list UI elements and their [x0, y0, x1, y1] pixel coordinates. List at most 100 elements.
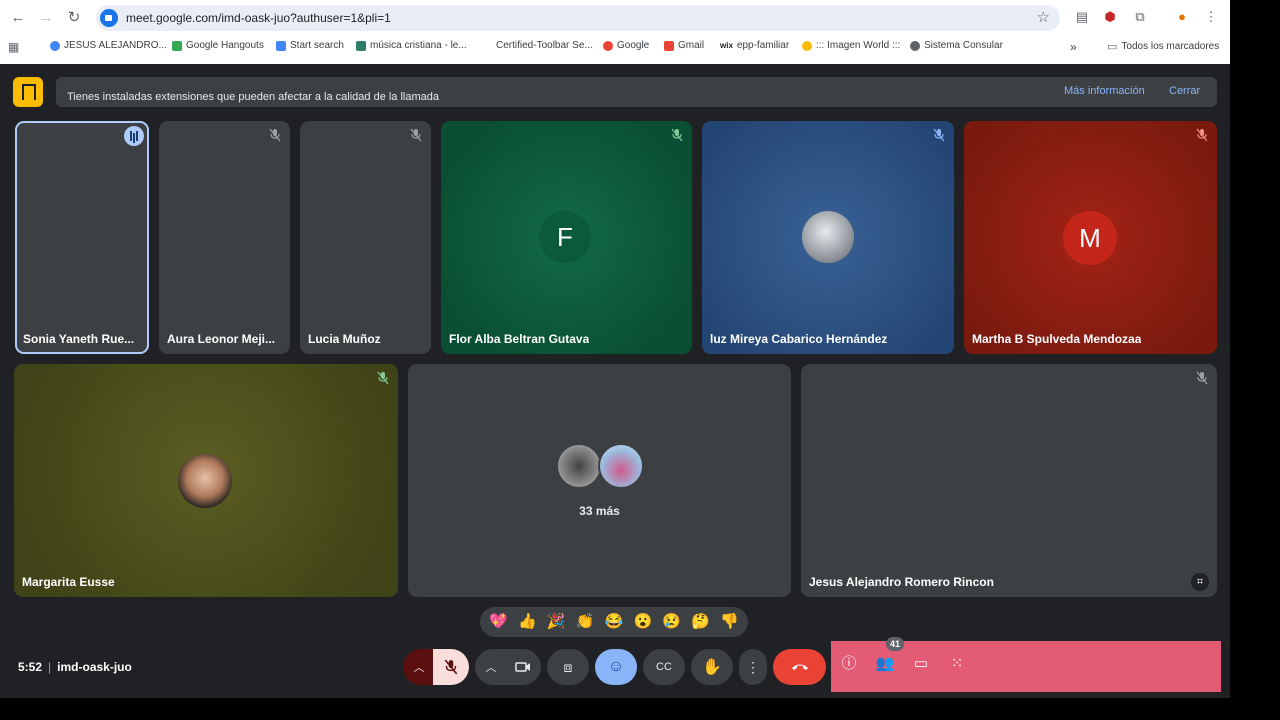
participant-tile[interactable]: M Martha B Spulveda Mendozaa [964, 121, 1217, 354]
participant-avatar: F [539, 211, 591, 263]
forward-arrow-icon[interactable]: → [36, 8, 56, 28]
meeting-info: 5:52 | imd-oask-juo [18, 660, 132, 674]
reaction-surprised-button[interactable]: 😮 [630, 609, 656, 635]
reload-icon[interactable]: ↻ [64, 8, 84, 28]
participant-name: Lucia Muñoz [308, 332, 381, 346]
camera-icon [515, 662, 530, 672]
participant-name: Sonia Yaneth Rue... [23, 332, 135, 346]
reaction-laugh-button[interactable]: 😂 [601, 609, 627, 635]
hangouts-icon [172, 40, 182, 51]
mic-off-icon [1196, 371, 1208, 385]
apps-grid-icon[interactable]: ▦ [8, 40, 19, 54]
participant-name: Jesus Alejandro Romero Rincon [809, 575, 994, 589]
bookmark-favicon-icon [802, 40, 812, 51]
bookmark-item[interactable]: Start search [276, 40, 344, 51]
close-notice-link[interactable]: Cerrar [1169, 85, 1200, 97]
mic-off-icon [671, 128, 683, 142]
bookmark-item[interactable]: Google Hangouts [172, 40, 264, 51]
leave-call-button[interactable] [773, 649, 826, 685]
present-screen-button[interactable]: ⧈ [547, 649, 589, 685]
browser-chrome: ← → ↻ meet.google.com/imd-oask-juo?authu… [0, 0, 1230, 64]
notice-text: Tienes instaladas extensiones que pueden… [67, 91, 440, 103]
participant-photo-avatar [556, 443, 602, 489]
participant-tile[interactable]: Margarita Eusse [14, 364, 398, 597]
participant-tile[interactable]: luz Mireya Cabarico Hernández [702, 121, 954, 354]
back-arrow-icon[interactable]: ← [8, 8, 28, 28]
reaction-thumbs-down-button[interactable]: 👎 [716, 609, 742, 635]
audio-options-chevron[interactable]: ︿ [403, 649, 435, 685]
meeting-details-info-icon[interactable]: ⓘ [838, 653, 860, 675]
seal-favicon-icon [910, 40, 920, 51]
mic-off-icon [269, 128, 281, 142]
extensions-puzzle-icon[interactable]: ⧉ [1132, 9, 1148, 25]
meeting-code: imd-oask-juo [57, 660, 132, 674]
microphone-toggle-button[interactable] [433, 649, 469, 685]
crop-frame-icon[interactable]: ⌗ [1191, 573, 1209, 591]
bookmark-item[interactable]: ::: Imagen World ::: [802, 40, 900, 51]
bookmark-item[interactable]: música cristiana - le... [356, 40, 467, 51]
participant-count-badge: 41 [886, 637, 905, 651]
search-favicon-icon [276, 40, 286, 51]
more-vertical-icon: ⋮ [746, 658, 760, 675]
google-g-icon [603, 40, 613, 51]
omnibox[interactable]: meet.google.com/imd-oask-juo?authuser=1&… [96, 5, 1060, 31]
reaction-party-button[interactable]: 🎉 [543, 609, 569, 635]
people-icon[interactable]: 👥 [874, 653, 896, 675]
url-text[interactable]: meet.google.com/imd-oask-juo?authuser=1&… [126, 11, 391, 25]
participant-photo-avatar [802, 211, 854, 263]
bookmark-item[interactable]: wix epp-familiar [720, 40, 789, 51]
all-bookmarks-folder[interactable]: ▭ Todos los marcadores [1107, 40, 1219, 53]
participant-name: Martha B Spulveda Mendozaa [972, 332, 1142, 346]
reaction-clap-button[interactable]: 👏 [572, 609, 598, 635]
reaction-sad-button[interactable]: 😢 [659, 609, 685, 635]
folder-icon: ▭ [1107, 41, 1118, 53]
extension-notice-banner: Tienes instaladas extensiones que pueden… [56, 77, 1217, 107]
participant-tile[interactable]: Sonia Yaneth Rue... [15, 121, 149, 354]
speaking-indicator-icon [124, 126, 144, 146]
participant-avatar: M [1063, 211, 1117, 265]
participant-tile[interactable]: Jesus Alejandro Romero Rincon ⌗ [801, 364, 1217, 597]
bookmark-item[interactable]: JESUS ALEJANDRO... [50, 40, 167, 51]
video-options-chevron[interactable]: ︿ [475, 649, 507, 685]
bookmark-item[interactable]: Gmail [664, 40, 704, 51]
participant-name: Aura Leonor Meji... [167, 332, 276, 346]
more-info-link[interactable]: Más información [1064, 85, 1145, 97]
address-bar-row: ← → ↻ meet.google.com/imd-oask-juo?authu… [0, 0, 1230, 36]
more-participants-tile[interactable]: 33 más [408, 364, 791, 597]
reaction-thumbs-up-button[interactable]: 👍 [514, 609, 540, 635]
participant-photo-avatar [178, 454, 232, 508]
reaction-thinking-button[interactable]: 🤔 [688, 609, 714, 635]
participant-tile[interactable]: Aura Leonor Meji... [159, 121, 290, 354]
browser-menu-icon[interactable]: ⋮ [1203, 9, 1219, 25]
present-screen-icon: ⧈ [563, 658, 573, 675]
meeting-time: 5:52 [18, 660, 43, 674]
bookmark-star-icon[interactable]: ☆ [1037, 8, 1050, 26]
more-options-button[interactable]: ⋮ [739, 649, 767, 685]
bottom-letterbox [0, 698, 1230, 720]
participant-photo-avatar [598, 443, 644, 489]
captions-button[interactable]: CC [643, 649, 685, 685]
chat-icon[interactable]: ▭ [910, 653, 932, 675]
gmail-icon [664, 40, 674, 51]
bookmark-item[interactable]: Sistema Consular [910, 40, 1003, 51]
emoji-icon: ☺ [607, 658, 625, 675]
participant-tile[interactable]: Lucia Muñoz [300, 121, 431, 354]
participant-tile[interactable]: F Flor Alba Beltran Gutava [441, 121, 692, 354]
reactions-button[interactable]: ☺ [595, 649, 637, 685]
clipboard-extension-icon[interactable]: ▤ [1074, 9, 1090, 25]
profile-avatar-icon[interactable]: ● [1174, 9, 1190, 25]
bookmark-item[interactable]: Google [603, 40, 649, 51]
bookmark-favicon-icon [356, 40, 366, 51]
shield-extension-icon[interactable]: ⬢ [1102, 9, 1118, 25]
mic-off-icon [1196, 128, 1208, 142]
raise-hand-button[interactable]: ✋ [691, 649, 733, 685]
meet-site-icon [100, 9, 118, 27]
reactions-bar: 💖 👍 🎉 👏 😂 😮 😢 🤔 👎 [480, 607, 748, 637]
camera-toggle-button[interactable] [505, 649, 541, 685]
extension-warning-icon[interactable] [13, 77, 43, 107]
more-bookmarks-chevron[interactable]: » [1070, 40, 1077, 54]
bookmark-item[interactable]: Certified-Toolbar Se... [496, 40, 593, 51]
mic-off-icon [377, 371, 389, 385]
activities-grid-icon[interactable]: ⁙ [946, 653, 968, 675]
reaction-heart-button[interactable]: 💖 [485, 609, 511, 635]
